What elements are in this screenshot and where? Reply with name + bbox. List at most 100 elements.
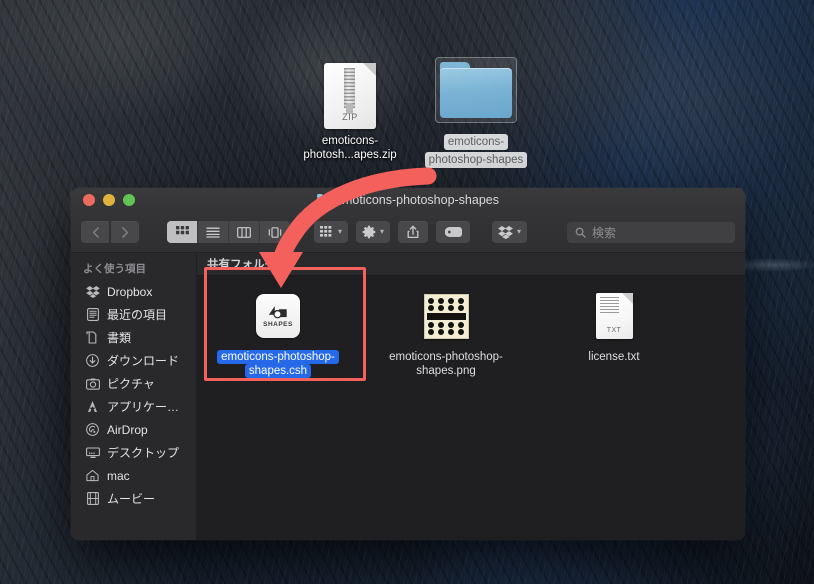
tags-button[interactable] bbox=[436, 221, 471, 243]
view-mode-icon-button[interactable] bbox=[167, 221, 198, 243]
sidebar[interactable]: よく使う項目 Dropbox 最近の項目 書類 ダウンロード ピクチャ アプリケ… bbox=[71, 253, 197, 540]
arrange-grid-icon bbox=[320, 226, 332, 237]
search-icon bbox=[575, 227, 586, 238]
file-item-png[interactable]: emoticons-photoshop-shapes.png bbox=[379, 288, 513, 378]
columns-icon bbox=[237, 226, 251, 238]
chevron-down-icon: ▾ bbox=[517, 227, 522, 236]
file-item-label: emoticons-photoshop-shapes.csh bbox=[211, 350, 345, 378]
file-item-label: license.txt bbox=[588, 351, 640, 363]
file-item-label: emoticons-photoshop-shapes.png bbox=[389, 351, 503, 377]
close-button[interactable] bbox=[83, 194, 95, 206]
title-folder-icon bbox=[317, 194, 330, 206]
sidebar-item-label: mac bbox=[107, 468, 130, 483]
view-mode-gallery-button[interactable] bbox=[260, 221, 290, 243]
sidebar-item-label: Dropbox bbox=[107, 284, 153, 299]
home-icon bbox=[85, 468, 100, 483]
desktop-icon-zip[interactable]: ZIP emoticons-photosh...apes.zip bbox=[287, 58, 413, 162]
action-button[interactable]: ▾ bbox=[356, 221, 391, 243]
dropbox-button[interactable]: ▾ bbox=[492, 221, 528, 243]
arrange-button[interactable]: ▾ bbox=[314, 221, 349, 243]
pictures-icon bbox=[85, 376, 100, 391]
sidebar-item-movies[interactable]: ムービー bbox=[71, 487, 196, 510]
desktop-icon-folder-label-line1: emoticons- bbox=[443, 134, 509, 150]
file-grid: SHAPES emoticons-photoshop-shapes.csh em… bbox=[197, 276, 745, 540]
desktop-icon-folder[interactable]: emoticons- photoshop-shapes bbox=[413, 52, 539, 168]
shapes-glyph-icon bbox=[268, 305, 287, 318]
traffic-lights bbox=[71, 194, 135, 206]
back-button[interactable] bbox=[81, 221, 109, 243]
chevron-right-icon bbox=[121, 226, 128, 238]
desktop-icon bbox=[85, 445, 100, 460]
zip-file-icon: ZIP bbox=[287, 58, 413, 134]
sidebar-item-label: 書類 bbox=[107, 331, 132, 345]
sidebar-item-applications[interactable]: アプリケー… bbox=[71, 395, 196, 418]
sidebar-item-desktop[interactable]: デスクトップ bbox=[71, 441, 196, 464]
sidebar-item-label: デスクトップ bbox=[107, 446, 180, 460]
documents-icon bbox=[85, 330, 100, 345]
applications-icon bbox=[85, 399, 100, 414]
share-icon bbox=[407, 225, 419, 239]
window-title: emoticons-photoshop-shapes bbox=[335, 193, 499, 207]
text-file-icon: TXT bbox=[547, 288, 681, 344]
chevron-down-icon: ▾ bbox=[338, 227, 343, 236]
txt-badge-label: TXT bbox=[606, 327, 622, 334]
title-bar[interactable]: emoticons-photoshop-shapes bbox=[71, 188, 745, 212]
file-item-csh[interactable]: SHAPES emoticons-photoshop-shapes.csh bbox=[211, 288, 345, 378]
dropbox-icon bbox=[498, 225, 513, 239]
sidebar-item-label: アプリケー… bbox=[107, 400, 180, 414]
view-mode-column-button[interactable] bbox=[229, 221, 260, 243]
chevron-left-icon bbox=[92, 226, 99, 238]
sidebar-item-label: 最近の項目 bbox=[107, 308, 168, 322]
image-thumbnail-icon bbox=[379, 288, 513, 344]
forward-button[interactable] bbox=[111, 221, 139, 243]
gallery-icon bbox=[268, 226, 282, 238]
window-body: よく使う項目 Dropbox 最近の項目 書類 ダウンロード ピクチャ アプリケ… bbox=[71, 253, 745, 540]
tag-icon bbox=[444, 227, 462, 237]
view-mode-list-button[interactable] bbox=[198, 221, 229, 243]
sidebar-item-pictures[interactable]: ピクチャ bbox=[71, 372, 196, 395]
list-icon bbox=[206, 227, 220, 238]
shapes-badge-label: SHAPES bbox=[263, 320, 293, 328]
sidebar-item-recents[interactable]: 最近の項目 bbox=[71, 303, 196, 326]
icon-selection-box bbox=[435, 57, 517, 123]
sidebar-item-downloads[interactable]: ダウンロード bbox=[71, 349, 196, 372]
share-button[interactable] bbox=[398, 221, 429, 243]
recents-icon bbox=[85, 307, 100, 322]
airdrop-icon bbox=[85, 422, 100, 437]
grid-icon bbox=[175, 225, 189, 234]
desktop: ZIP emoticons-photosh...apes.zip emotico… bbox=[0, 0, 814, 584]
folder-icon bbox=[440, 62, 512, 118]
downloads-icon bbox=[85, 353, 100, 368]
sidebar-item-airdrop[interactable]: AirDrop bbox=[71, 418, 196, 441]
finder-window[interactable]: emoticons-photoshop-shapes ▾ ▾ ▾ 検索 よく使う… bbox=[71, 188, 745, 540]
desktop-icon-folder-label-line2: photoshop-shapes bbox=[424, 152, 528, 168]
file-item-label-text: emoticons-photoshop-shapes.csh bbox=[217, 350, 339, 378]
sidebar-item-home[interactable]: mac bbox=[71, 464, 196, 487]
zoom-button[interactable] bbox=[123, 194, 135, 206]
window-title-group: emoticons-photoshop-shapes bbox=[71, 188, 745, 212]
navigation-group bbox=[81, 221, 139, 243]
desktop-icon-zip-label: emoticons-photosh...apes.zip bbox=[303, 135, 397, 161]
view-mode-segmented-control[interactable] bbox=[167, 221, 290, 243]
sidebar-item-label: ムービー bbox=[107, 492, 156, 506]
chevron-down-icon: ▾ bbox=[380, 227, 385, 236]
sidebar-item-label: ピクチャ bbox=[107, 377, 155, 391]
folder-icon-wrapper bbox=[413, 52, 539, 128]
gear-icon bbox=[362, 225, 376, 239]
search-field[interactable]: 検索 bbox=[567, 221, 735, 243]
file-browser-content: 共有フォルダ SHAPES emoticons-photoshop-shapes… bbox=[197, 253, 745, 540]
search-placeholder: 検索 bbox=[592, 225, 617, 240]
toolbar[interactable]: ▾ ▾ ▾ 検索 bbox=[71, 212, 745, 253]
dropbox-icon bbox=[85, 284, 100, 299]
zip-badge-label: ZIP bbox=[342, 112, 358, 122]
minimize-button[interactable] bbox=[103, 194, 115, 206]
sidebar-header: よく使う項目 bbox=[83, 263, 146, 275]
movies-icon bbox=[85, 491, 100, 506]
sidebar-item-label: ダウンロード bbox=[107, 354, 180, 368]
sidebar-item-documents[interactable]: 書類 bbox=[71, 326, 196, 349]
sidebar-item-dropbox[interactable]: Dropbox bbox=[71, 280, 196, 303]
sidebar-item-label: AirDrop bbox=[107, 422, 148, 437]
shapes-file-icon: SHAPES bbox=[211, 288, 345, 344]
section-header: 共有フォルダ bbox=[197, 253, 745, 276]
file-item-txt[interactable]: TXT license.txt bbox=[547, 288, 681, 364]
